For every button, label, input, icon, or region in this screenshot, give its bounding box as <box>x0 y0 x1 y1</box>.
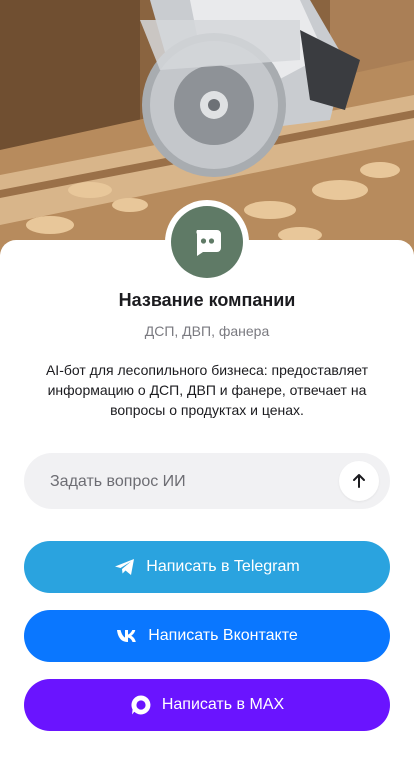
max-button[interactable]: Написать в MAX <box>24 679 390 731</box>
company-description: AI-бот для лесопильного бизнеса: предост… <box>45 362 369 418</box>
company-tags: ДСП, ДВП, фанера <box>144 323 270 339</box>
ask-ai-field <box>24 453 390 511</box>
telegram-button[interactable]: Написать в Telegram <box>24 541 390 593</box>
chat-bot-icon <box>196 230 221 256</box>
max-icon <box>130 694 152 716</box>
send-button[interactable] <box>339 461 379 501</box>
telegram-icon <box>114 557 136 577</box>
vk-button[interactable]: Написать Вконтакте <box>24 610 390 662</box>
arrow-up-icon <box>353 474 365 488</box>
vk-icon <box>116 629 138 643</box>
telegram-button-label: Написать в Telegram <box>146 558 300 575</box>
avatar <box>171 206 243 278</box>
vk-button-label: Написать Вконтакте <box>148 627 298 644</box>
max-button-label: Написать в MAX <box>161 696 285 713</box>
company-name: Название компании <box>118 290 296 310</box>
ask-ai-input[interactable] <box>48 453 332 511</box>
